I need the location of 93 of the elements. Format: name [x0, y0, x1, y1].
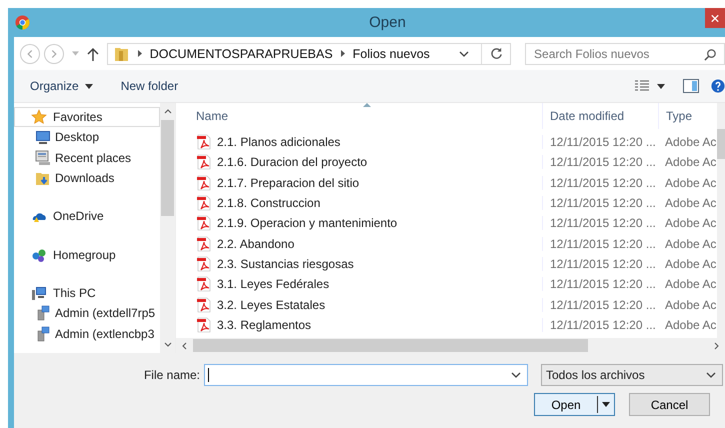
table-cell-text: Adobe Ac [664, 298, 717, 312]
file-name[interactable]: 3.3. Reglamentos [217, 318, 312, 332]
file-name-label: File name: [142, 368, 201, 382]
pdf-file-icon [196, 195, 212, 212]
table-cell: 12/11/2015 12:20 ... [542, 155, 658, 170]
search-icon [704, 48, 718, 60]
table-cell: 12/11/2015 12:20 ... [542, 277, 658, 292]
sidebar-item[interactable]: Favorites [14, 107, 160, 128]
caret-icon [84, 84, 93, 88]
pdf-file-icon [196, 134, 212, 150]
file-name-field[interactable] [204, 364, 528, 386]
file-name[interactable]: 2.3. Sustancias riesgosas [217, 256, 354, 271]
folder-icon [114, 46, 130, 62]
refresh-icon[interactable] [490, 47, 504, 60]
pdf-file-icon [196, 296, 212, 313]
pdf-file-icon [196, 276, 212, 292]
horizontal-scrollbar[interactable] [176, 338, 725, 353]
sidebar-item[interactable]: Recent places [14, 148, 160, 168]
breadcrumb[interactable]: Folios nuevos [352, 46, 430, 60]
sidebar-item[interactable]: Admin (extlencbp3 [14, 323, 160, 344]
sidebar-item[interactable]: Downloads [14, 168, 160, 188]
file-name[interactable]: 2.1.9. Operacion y mantenimiento [217, 216, 398, 230]
network-drive-icon [35, 305, 51, 322]
up-arrow-icon[interactable] [86, 46, 99, 60]
table-cell-text: Adobe Ac [664, 135, 717, 150]
help-icon[interactable] [711, 79, 725, 93]
dropdown-caret-icon [706, 372, 716, 378]
table-cell: 12/11/2015 12:20 ... [542, 256, 658, 271]
file-type-dropdown[interactable]: Todos los archivos [541, 364, 723, 386]
dropdown-caret-icon[interactable] [511, 372, 521, 378]
sidebar-item[interactable]: This PC [14, 282, 160, 304]
view-caret-icon[interactable] [657, 84, 665, 88]
breadcrumb[interactable]: DOCUMENTOSPARAPRUEBAS [150, 46, 333, 60]
address-bar[interactable]: DOCUMENTOSPARAPRUEBAS Folios nuevos [106, 42, 512, 64]
chevron-icon [340, 50, 345, 57]
preview-pane-icon[interactable] [683, 79, 699, 93]
chevron-icon [138, 50, 142, 57]
table-cell-text: Adobe Ac [664, 216, 717, 230]
sidebar-item[interactable]: OneDrive [14, 206, 160, 226]
pdf-file-icon [196, 256, 212, 272]
file-name[interactable]: 2.1.7. Preparacion del sitio [217, 176, 360, 190]
sidebar-item[interactable]: Admin (extdell7rp5 [14, 303, 160, 324]
scrollbar[interactable] [160, 103, 175, 353]
dropdown-caret-icon[interactable] [459, 50, 470, 56]
computer-icon [31, 284, 47, 301]
recent-places-icon [35, 150, 51, 166]
column-header[interactable]: Date modified [542, 103, 658, 129]
sort-arrow-icon [363, 103, 371, 107]
file-name[interactable]: 3.2. Leyes Estatales [217, 298, 326, 312]
homegroup-icon [31, 246, 47, 263]
table-cell: 12/11/2015 12:20 ... [542, 298, 658, 312]
file-name[interactable]: 3.1. Leyes Fedérales [217, 277, 330, 292]
table-cell-text: Adobe Ac [664, 196, 717, 210]
table-cell-text: Adobe Ac [664, 256, 717, 271]
open-button[interactable]: Open [534, 393, 615, 416]
table-cell: 12/11/2015 12:20 ... [542, 236, 658, 251]
window-title: Open [368, 14, 407, 31]
pdf-file-icon [196, 236, 212, 252]
view-list-icon[interactable] [635, 79, 649, 93]
sidebar-item[interactable]: Homegroup [14, 244, 160, 265]
close-icon [711, 14, 719, 22]
table-cell: 12/11/2015 12:20 ... [542, 176, 658, 190]
table-cell: 12/11/2015 12:20 ... [542, 196, 658, 210]
pdf-file-icon [196, 174, 212, 191]
organize-button[interactable]: Organize [24, 79, 99, 93]
table-cell-text: Adobe Ac [664, 277, 717, 292]
close-button[interactable] [705, 8, 725, 28]
cancel-button[interactable]: Cancel [629, 393, 710, 416]
app-logo-icon [15, 15, 30, 30]
file-name[interactable]: 2.2. Abandono [217, 236, 294, 251]
monitor-icon [35, 129, 51, 146]
download-folder-icon [35, 170, 51, 186]
table-cell-text: Adobe Ac [664, 176, 717, 190]
table-cell-text: Adobe Ac [664, 155, 717, 170]
table-cell-text: Adobe Ac [664, 236, 717, 251]
pdf-file-icon [196, 154, 212, 170]
table-cell-text: Adobe Ac [664, 318, 717, 332]
file-name[interactable]: 2.1.8. Construccion [217, 196, 320, 210]
search-field[interactable]: Search Folios nuevos [525, 42, 725, 64]
network-drive-icon [35, 326, 51, 342]
pdf-file-icon [196, 316, 212, 333]
table-cell: 12/11/2015 12:20 ... [542, 216, 658, 230]
pdf-file-icon [196, 215, 212, 232]
file-name[interactable]: 2.1.6. Duracion del proyecto [217, 155, 368, 170]
star-icon [31, 109, 47, 126]
scrollbar[interactable] [717, 103, 725, 338]
table-cell: 12/11/2015 12:20 ... [542, 318, 658, 332]
caret-icon[interactable] [602, 402, 610, 407]
table-cell: 12/11/2015 12:20 ... [542, 135, 658, 150]
sidebar-item[interactable]: Desktop [14, 127, 160, 148]
column-header[interactable]: Name [176, 103, 542, 129]
new-folder-button[interactable]: New folder [114, 79, 184, 93]
file-name[interactable]: 2.1. Planos adicionales [217, 135, 340, 150]
